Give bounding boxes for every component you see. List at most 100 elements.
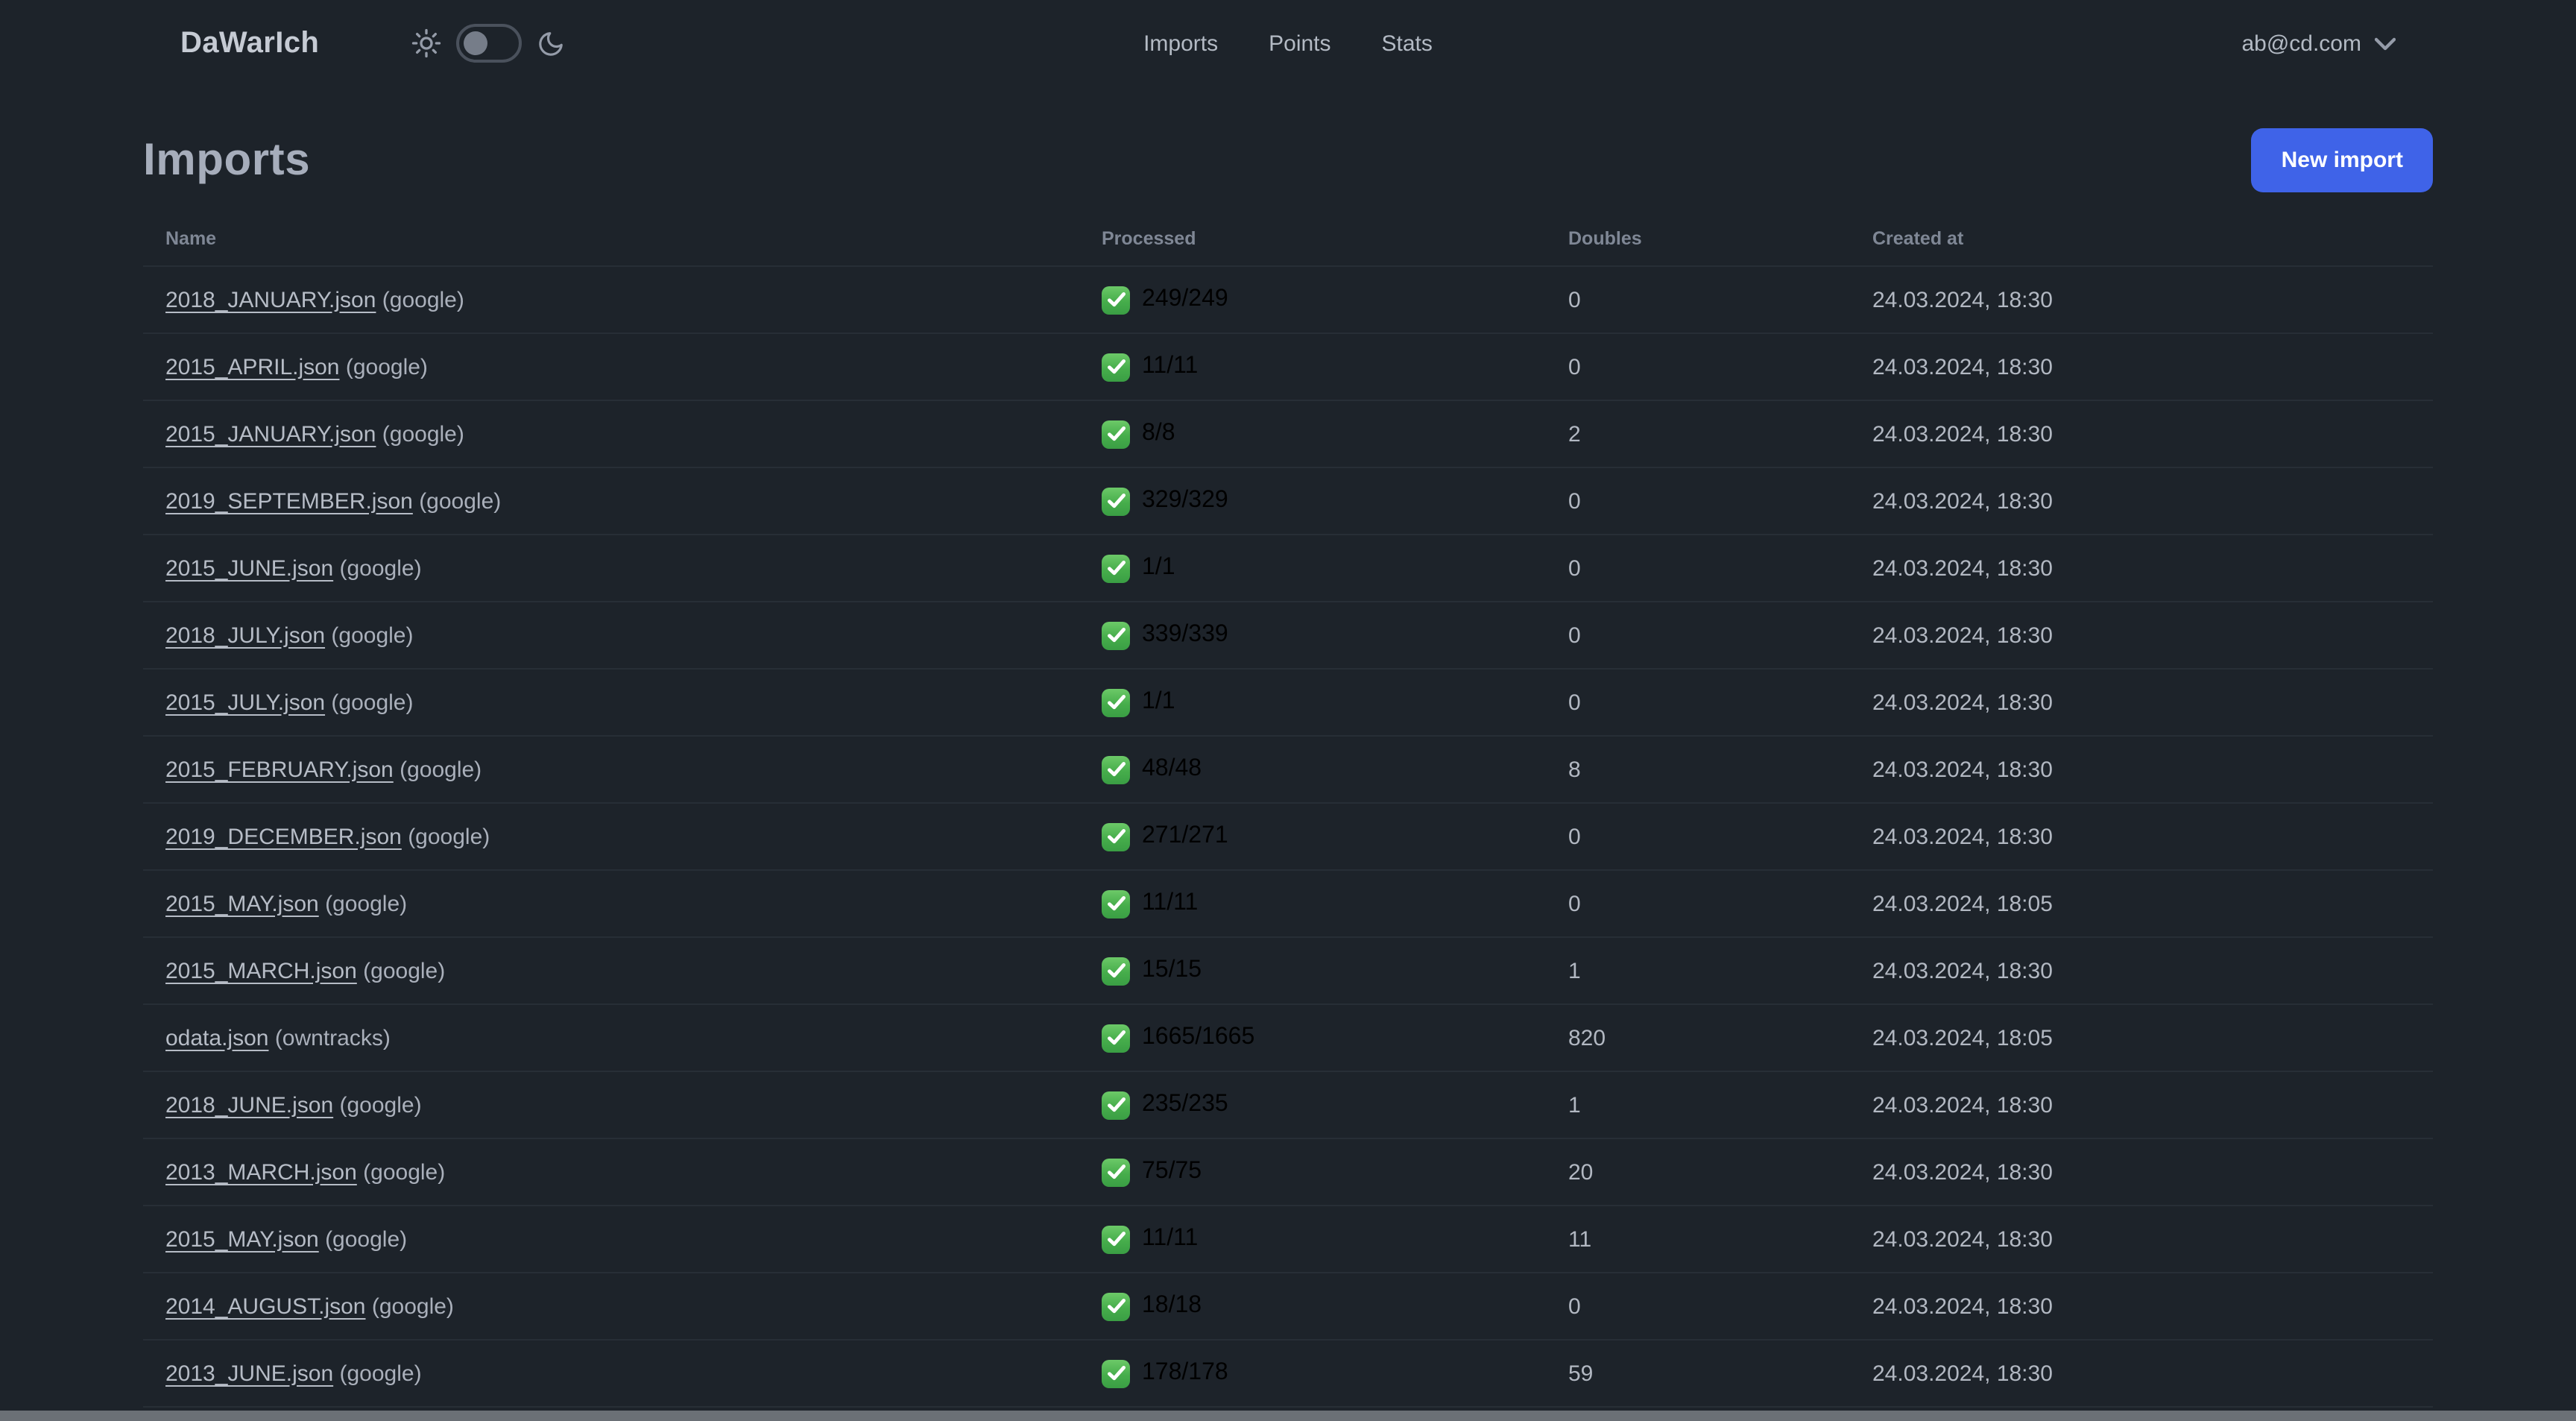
import-file-link[interactable]: 2015_APRIL.json (165, 354, 340, 379)
import-file-link[interactable]: 2018_JUNE.json (165, 1092, 333, 1118)
table-row: 2015_JUNE.json (google) 1/1 0 24.03.2024… (143, 535, 2433, 602)
cell-doubles: 1 (1546, 1092, 1850, 1118)
import-file-link[interactable]: 2013_JUNE.json (165, 1361, 333, 1386)
cell-doubles: 0 (1546, 1294, 1850, 1319)
import-file-link[interactable]: 2015_FEBRUARY.json (165, 757, 394, 782)
new-import-button[interactable]: New import (2251, 128, 2433, 192)
processed-count: 11/11 (1142, 353, 1199, 379)
theme-toggle-group (411, 24, 565, 63)
import-file-link[interactable]: 2015_MARCH.json (165, 958, 357, 983)
import-file-link[interactable]: 2019_DECEMBER.json (165, 824, 402, 849)
nav-link-stats[interactable]: Stats (1382, 31, 1433, 56)
processed-count: 339/339 (1142, 622, 1228, 647)
success-check-icon (1102, 1359, 1130, 1387)
import-source-label: (google) (345, 354, 428, 379)
cell-processed: 75/75 (1079, 1158, 1546, 1186)
column-header-processed: Processed (1102, 227, 1196, 248)
cell-doubles: 8 (1546, 757, 1850, 782)
cell-created-at: 24.03.2024, 18:30 (1850, 690, 2433, 715)
table-row: 2015_MAY.json (google) 11/11 11 24.03.20… (143, 1206, 2433, 1273)
success-check-icon (1102, 822, 1130, 851)
cell-name: 2015_FEBRUARY.json (google) (143, 757, 1079, 782)
created-at-value: 24.03.2024, 18:30 (1872, 287, 2053, 312)
created-at-value: 24.03.2024, 18:30 (1872, 757, 2053, 782)
app-logo[interactable]: DaWarIch (180, 26, 319, 60)
created-at-value: 24.03.2024, 18:30 (1872, 555, 2053, 581)
account-menu[interactable]: ab@cd.com (2241, 31, 2396, 56)
success-check-icon (1102, 957, 1130, 985)
processed-count: 1/1 (1142, 689, 1175, 714)
moon-icon (537, 29, 565, 57)
import-source-label: (owntracks) (274, 1025, 391, 1050)
nav-link-imports[interactable]: Imports (1143, 31, 1218, 56)
cell-doubles: 0 (1546, 287, 1850, 312)
import-file-link[interactable]: 2015_JANUARY.json (165, 421, 376, 447)
import-file-link[interactable]: 2018_JULY.json (165, 623, 325, 648)
horizontal-scrollbar[interactable] (0, 1411, 2576, 1421)
nav-link-points[interactable]: Points (1269, 31, 1330, 56)
cell-name: odata.json (owntracks) (143, 1025, 1079, 1050)
cell-processed: 1/1 (1079, 554, 1546, 582)
success-check-icon (1102, 621, 1130, 649)
table-row: 2019_SEPTEMBER.json (google) 329/329 0 2… (143, 468, 2433, 535)
cell-created-at: 24.03.2024, 18:30 (1850, 1159, 2433, 1185)
cell-doubles: 2 (1546, 421, 1850, 447)
success-check-icon (1102, 1024, 1130, 1052)
table-row: 2018_JULY.json (google) 339/339 0 24.03.… (143, 602, 2433, 669)
import-file-link[interactable]: 2015_MAY.json (165, 891, 319, 916)
theme-switch-knob (464, 31, 488, 55)
cell-created-at: 24.03.2024, 18:30 (1850, 287, 2433, 312)
import-source-label: (google) (339, 1361, 422, 1386)
cell-created-at: 24.03.2024, 18:30 (1850, 1294, 2433, 1319)
import-file-link[interactable]: 2014_AUGUST.json (165, 1294, 366, 1319)
table-row: 2018_JUNE.json (google) 235/235 1 24.03.… (143, 1072, 2433, 1139)
import-file-link[interactable]: 2018_JANUARY.json (165, 287, 376, 312)
import-file-link[interactable]: 2015_JULY.json (165, 690, 325, 715)
processed-count: 235/235 (1142, 1091, 1228, 1117)
cell-doubles: 0 (1546, 690, 1850, 715)
cell-processed: 11/11 (1079, 889, 1546, 918)
cell-doubles: 59 (1546, 1361, 1850, 1386)
navbar: DaWarIch Imports Points Stats ab@cd.com (0, 0, 2576, 86)
cell-name: 2013_JUNE.json (google) (143, 1361, 1079, 1386)
theme-switch[interactable] (456, 24, 523, 63)
created-at-value: 24.03.2024, 18:30 (1872, 623, 2053, 648)
table-row: 2015_FEBRUARY.json (google) 48/48 8 24.0… (143, 737, 2433, 804)
import-file-link[interactable]: 2015_MAY.json (165, 1226, 319, 1252)
cell-created-at: 24.03.2024, 18:30 (1850, 1092, 2433, 1118)
table-row: 2013_JUNE.json (google) 178/178 59 24.03… (143, 1340, 2433, 1408)
cell-doubles: 0 (1546, 488, 1850, 514)
main-content: Imports New import Name Processed Double… (0, 128, 2576, 1421)
sun-icon (411, 28, 441, 58)
success-check-icon (1102, 889, 1130, 918)
cell-name: 2014_AUGUST.json (google) (143, 1294, 1079, 1319)
table-row: odata.json (owntracks) 1665/1665 820 24.… (143, 1005, 2433, 1072)
account-email: ab@cd.com (2241, 31, 2361, 56)
import-source-label: (google) (400, 757, 482, 782)
table-body: 2018_JANUARY.json (google) 249/249 0 24.… (143, 267, 2433, 1421)
import-source-label: (google) (331, 623, 414, 648)
page-header: Imports New import (143, 128, 2433, 192)
doubles-count: 0 (1568, 891, 1581, 916)
cell-doubles: 0 (1546, 354, 1850, 379)
cell-doubles: 820 (1546, 1025, 1850, 1050)
import-file-link[interactable]: 2019_SEPTEMBER.json (165, 488, 413, 514)
cell-processed: 1/1 (1079, 688, 1546, 716)
doubles-count: 0 (1568, 623, 1581, 648)
cell-processed: 249/249 (1079, 286, 1546, 314)
doubles-count: 0 (1568, 555, 1581, 581)
cell-processed: 339/339 (1079, 621, 1546, 649)
import-file-link[interactable]: 2013_MARCH.json (165, 1159, 357, 1185)
created-at-value: 24.03.2024, 18:30 (1872, 690, 2053, 715)
doubles-count: 11 (1568, 1226, 1592, 1252)
import-source-label: (google) (371, 1294, 454, 1319)
cell-doubles: 0 (1546, 555, 1850, 581)
import-file-link[interactable]: 2015_JUNE.json (165, 555, 333, 581)
processed-count: 48/48 (1142, 756, 1202, 781)
cell-created-at: 24.03.2024, 18:30 (1850, 421, 2433, 447)
cell-name: 2015_JANUARY.json (google) (143, 421, 1079, 447)
import-source-label: (google) (325, 1226, 408, 1252)
doubles-count: 8 (1568, 757, 1581, 782)
import-file-link[interactable]: odata.json (165, 1025, 268, 1050)
table-row: 2015_JANUARY.json (google) 8/8 2 24.03.2… (143, 401, 2433, 468)
